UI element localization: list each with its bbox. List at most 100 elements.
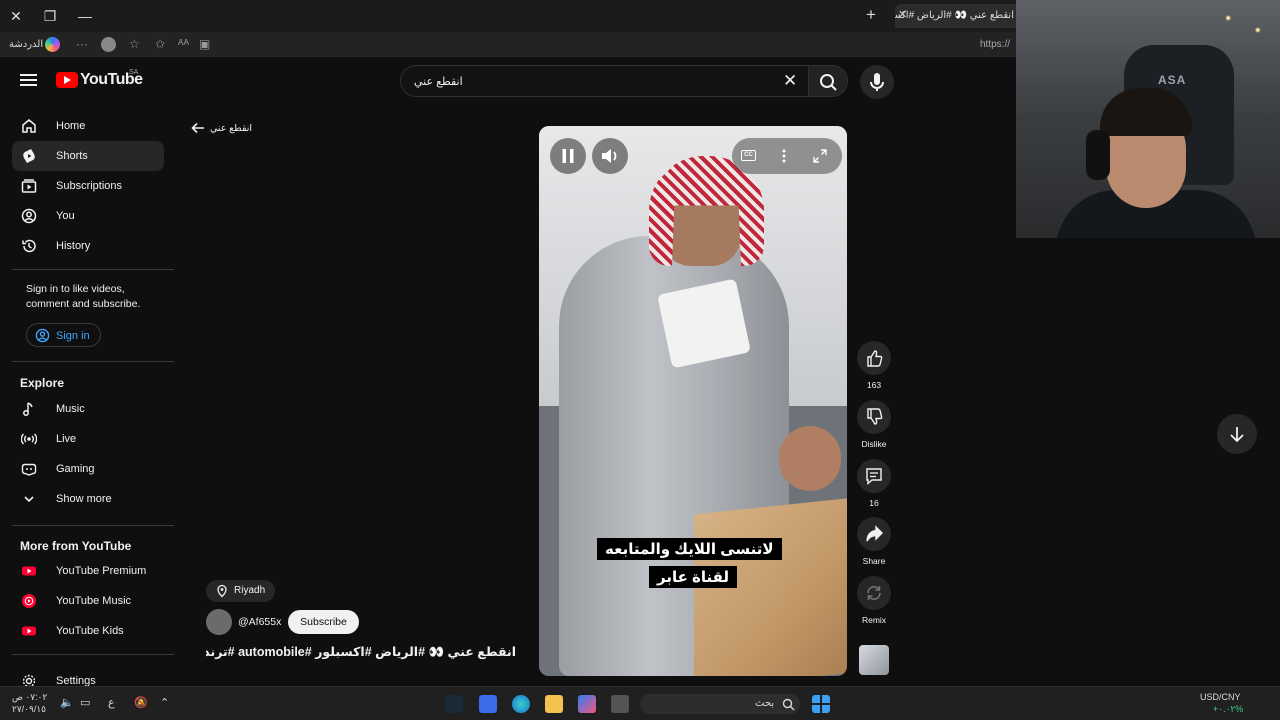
taskbar-clock[interactable]: ٠٧:٠٢ ص ٢٧/٠٩/١٥ xyxy=(12,691,47,715)
search-icon xyxy=(782,698,795,711)
comments-button[interactable] xyxy=(857,459,891,493)
steam-icon[interactable] xyxy=(445,695,463,713)
youtube-logo-icon[interactable] xyxy=(56,72,78,88)
sidebar-item-youtube-kids[interactable]: YouTube Kids xyxy=(12,616,164,646)
sidebar: Home Shorts Subscriptions You History Si… xyxy=(0,108,175,688)
sidebar-item-live[interactable]: Live xyxy=(12,424,164,454)
arrow-down-icon xyxy=(1230,427,1244,443)
like-button[interactable] xyxy=(857,341,891,375)
sidebar-item-settings[interactable]: Settings xyxy=(12,666,164,688)
tab-close-icon[interactable]: ✕ xyxy=(898,8,907,21)
sidebar-item-label: Show more xyxy=(56,493,112,505)
video-caption-line-2: لقناة عابر xyxy=(649,566,738,588)
explore-heading: Explore xyxy=(20,376,65,390)
you-icon xyxy=(21,208,37,224)
sidebar-item-label: Music xyxy=(56,403,85,415)
sidebar-item-label: Shorts xyxy=(56,150,88,162)
sidebar-item-history[interactable]: History xyxy=(12,231,164,261)
location-pin-icon xyxy=(217,584,227,598)
minimize-window-icon[interactable]: — xyxy=(75,6,95,26)
sidebar-item-you[interactable]: You xyxy=(12,201,164,231)
video-title[interactable]: انقطع عني 👀 #الرياض #اكسبلور #automobile… xyxy=(206,644,516,660)
sidebar-item-subscriptions[interactable]: Subscriptions xyxy=(12,171,164,201)
dislike-action[interactable]: Dislike xyxy=(857,400,891,449)
channel-avatar[interactable] xyxy=(206,609,232,635)
taskbar: ٠٧:٠٢ ص ٢٧/٠٩/١٥ 🔈 ▭ ع 🔕 ⌃ بحث USD/CNY +… xyxy=(0,686,1280,720)
more-dots-icon[interactable]: ··· xyxy=(76,37,88,51)
pause-button[interactable] xyxy=(550,138,586,174)
chevron-up-icon[interactable]: ⌃ xyxy=(160,696,169,709)
taskbar-search[interactable] xyxy=(640,694,800,714)
restore-window-icon[interactable]: ❐ xyxy=(40,6,60,26)
sign-in-button[interactable]: Sign in xyxy=(26,323,101,347)
audio-thumbnail[interactable] xyxy=(859,645,889,675)
remix-action[interactable]: Remix xyxy=(857,576,891,625)
file-explorer-icon[interactable] xyxy=(545,695,563,713)
sidebar-divider xyxy=(12,654,174,655)
subscriptions-icon xyxy=(21,179,37,193)
copilot-taskbar-icon[interactable] xyxy=(578,695,596,713)
subscribe-button[interactable]: Subscribe xyxy=(288,610,359,634)
shorts-video-player[interactable]: CC لاتنسى اللايك والمتابعه لقناة عابر xyxy=(539,126,847,676)
sidebar-item-youtube-premium[interactable]: YouTube Premium xyxy=(12,556,164,586)
home-icon xyxy=(22,119,36,133)
back-navigation[interactable]: انقطع عني xyxy=(190,120,252,136)
volume-button[interactable] xyxy=(592,138,628,174)
share-button[interactable] xyxy=(857,517,891,551)
close-window-icon[interactable]: ✕ xyxy=(6,6,26,26)
tab-title: انقطع عني 👀 #الرياض #اكسبلو xyxy=(895,10,1014,21)
remix-button[interactable] xyxy=(857,576,891,610)
notifications-off-icon[interactable]: 🔕 xyxy=(134,696,148,709)
store-icon[interactable] xyxy=(479,695,497,713)
network-icon[interactable]: ▭ xyxy=(80,696,90,709)
favorite-star-icon[interactable]: ☆ xyxy=(129,37,140,51)
copilot-icon[interactable] xyxy=(45,37,60,52)
speaker-icon[interactable]: 🔈 xyxy=(60,696,74,709)
screen: ✕ ❐ — + انقطع عني 👀 #الرياض #اكسبلو ✕ ال… xyxy=(0,0,1280,720)
sidebar-item-label: You xyxy=(56,210,75,222)
next-video-button[interactable] xyxy=(1217,414,1257,454)
comment-count: 16 xyxy=(869,498,879,508)
windows-start-icon[interactable] xyxy=(812,695,830,713)
voice-search-button[interactable] xyxy=(860,65,894,99)
account-icon xyxy=(35,328,50,343)
signin-prompt: Sign in to like videos, comment and subs… xyxy=(26,283,141,310)
taskbar-search-placeholder: بحث xyxy=(755,698,775,709)
comments-action[interactable]: 16 xyxy=(857,459,891,508)
dislike-button[interactable] xyxy=(857,400,891,434)
location-chip[interactable]: Riyadh xyxy=(206,580,276,602)
closed-captions-button[interactable]: CC xyxy=(741,150,756,161)
sidebar-item-home[interactable]: Home xyxy=(12,111,164,141)
search-button[interactable] xyxy=(808,65,848,97)
more-options-icon[interactable] xyxy=(779,148,789,164)
favorites-icon[interactable]: ✩ xyxy=(155,37,165,51)
task-view-icon[interactable] xyxy=(611,695,629,713)
like-action[interactable]: 163 xyxy=(857,341,891,390)
sidebar-item-music[interactable]: Music xyxy=(12,394,164,424)
chat-button[interactable]: الدردشة xyxy=(9,39,43,50)
clock-date: ٢٧/٠٩/١٥ xyxy=(12,704,47,714)
clear-search-icon[interactable]: ✕ xyxy=(783,71,797,91)
sidebar-item-youtube-music[interactable]: YouTube Music xyxy=(12,586,164,616)
sidebar-item-show-more[interactable]: Show more xyxy=(12,484,164,514)
edge-browser-icon[interactable] xyxy=(512,695,530,713)
currency-widget-change: +٠.٠٢% xyxy=(1213,704,1244,714)
address-url[interactable]: https:// xyxy=(980,39,1010,50)
sidebar-item-shorts[interactable]: Shorts xyxy=(12,141,164,171)
fullscreen-icon[interactable] xyxy=(812,148,828,164)
menu-icon[interactable] xyxy=(20,74,37,86)
channel-name[interactable]: @Af655x xyxy=(238,616,281,628)
sidebar-item-gaming[interactable]: Gaming xyxy=(12,454,164,484)
youtube-music-icon xyxy=(22,594,36,608)
search-input[interactable]: انقطع عني xyxy=(400,65,808,97)
read-aloud-icon[interactable]: ᴬᴬ xyxy=(178,37,189,51)
split-screen-icon[interactable]: ▣ xyxy=(199,37,210,51)
share-action[interactable]: Share xyxy=(857,517,891,566)
profile-avatar-icon[interactable] xyxy=(101,37,116,52)
browser-tab[interactable]: انقطع عني 👀 #الرياض #اكسبلو xyxy=(895,4,1020,28)
new-tab-button[interactable]: + xyxy=(866,5,876,25)
video-boy xyxy=(779,426,841,491)
currency-widget-pair[interactable]: USD/CNY xyxy=(1200,692,1241,702)
language-indicator[interactable]: ع xyxy=(108,696,115,709)
arrow-back-icon xyxy=(191,122,204,134)
